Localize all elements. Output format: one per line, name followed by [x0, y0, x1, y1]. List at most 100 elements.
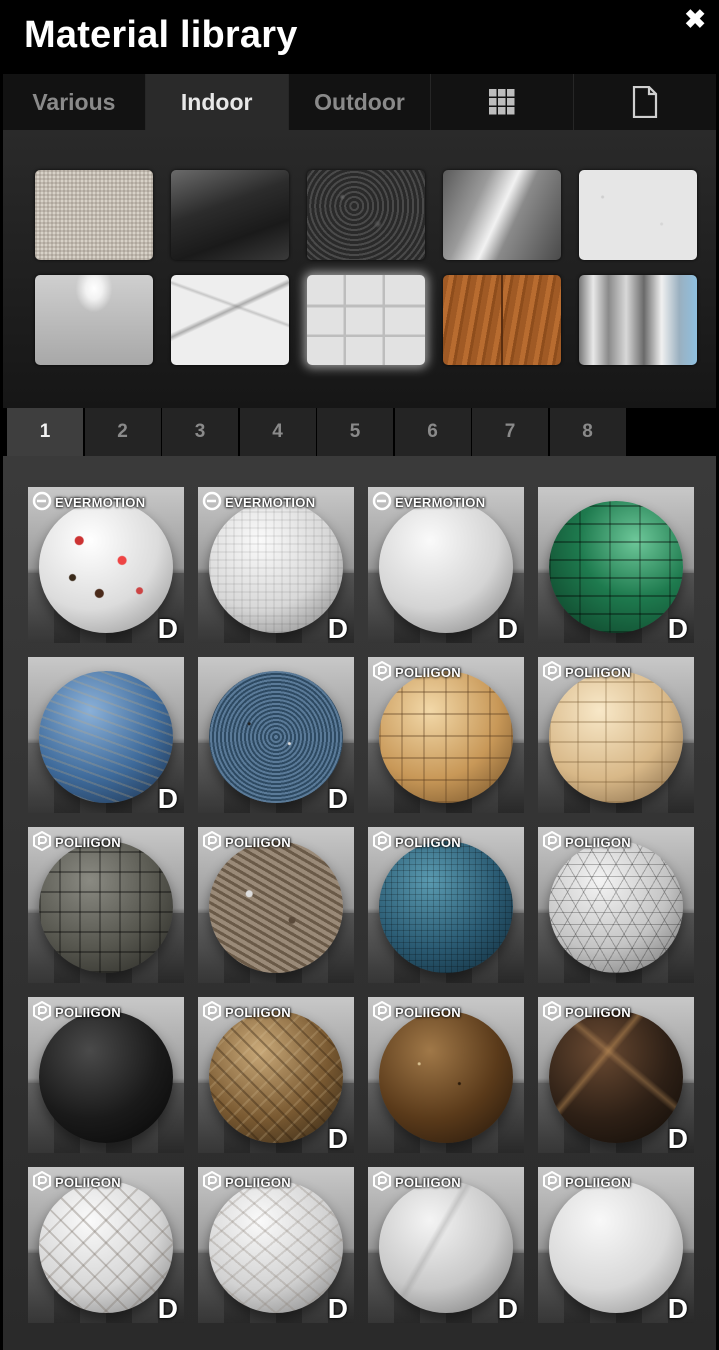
brand-label: POLIIGON: [565, 834, 631, 850]
swatch-leather[interactable]: [307, 170, 425, 260]
material-preview-sphere: [549, 1011, 683, 1143]
poliigon-badge: POLIIGON: [32, 1170, 121, 1194]
material-card-terrazzo[interactable]: EVERMOTION D: [28, 487, 184, 643]
close-icon[interactable]: ✖: [684, 6, 706, 32]
poliigon-badge: POLIIGON: [372, 660, 461, 684]
poliigon-badge: POLIIGON: [542, 1000, 631, 1024]
poliigon-badge: POLIIGON: [202, 1000, 291, 1024]
page-tab-3[interactable]: 3: [162, 408, 238, 456]
tab-outdoor[interactable]: Outdoor: [288, 74, 432, 130]
page-tab-6[interactable]: 6: [394, 408, 471, 456]
material-card-teal-mosaic[interactable]: POLIIGON: [368, 827, 524, 983]
material-preview-sphere: [379, 501, 513, 633]
download-badge: D: [157, 783, 178, 813]
brand-label: POLIIGON: [55, 1004, 121, 1020]
evermotion-logo-icon: [32, 491, 52, 514]
poliigon-logo-icon: [372, 830, 392, 854]
material-card-white-mosaic[interactable]: EVERMOTION D: [198, 487, 354, 643]
grid-icon: [488, 88, 516, 116]
tab-grid[interactable]: [431, 74, 575, 130]
swatch-plaster[interactable]: [579, 170, 697, 260]
material-card-dark-marble[interactable]: POLIIGON D: [538, 997, 694, 1153]
material-card-blue-granite[interactable]: D: [28, 657, 184, 813]
swatch-marble[interactable]: [171, 275, 289, 365]
poliigon-logo-icon: [32, 1170, 52, 1194]
material-card-grey-marble[interactable]: POLIIGON D: [368, 1167, 524, 1323]
download-badge: D: [667, 1123, 688, 1153]
material-card-brown-granite[interactable]: POLIIGON: [368, 997, 524, 1153]
poliigon-logo-icon: [32, 830, 52, 854]
material-card-white-triangles[interactable]: POLIIGON: [538, 827, 694, 983]
material-card-beige-tiles[interactable]: POLIIGON: [368, 657, 524, 813]
poliigon-badge: POLIIGON: [542, 660, 631, 684]
material-card-black-rubber[interactable]: POLIIGON: [28, 997, 184, 1153]
material-card-white-stone[interactable]: POLIIGON D: [538, 1167, 694, 1323]
brand-label: POLIIGON: [55, 1174, 121, 1190]
material-preview-sphere: [39, 501, 173, 633]
swatch-fabric[interactable]: [35, 170, 153, 260]
download-badge: D: [497, 613, 518, 643]
swatch-wood-parquet[interactable]: [443, 275, 561, 365]
tab-document[interactable]: [574, 74, 716, 130]
material-preview-sphere: [209, 1011, 343, 1143]
poliigon-logo-icon: [542, 660, 562, 684]
swatch-glossy-white[interactable]: [35, 275, 153, 365]
tab-various[interactable]: Various: [3, 74, 146, 130]
material-card-white-chevron[interactable]: POLIIGON D: [28, 1167, 184, 1323]
swatch-chrome[interactable]: [579, 275, 697, 365]
material-grid: EVERMOTION D EVERMOTION D EVERMOTION D D D D POLI…: [3, 456, 716, 1350]
download-badge: D: [667, 613, 688, 643]
swatch-brushed-metal[interactable]: [443, 170, 561, 260]
title-bar: Material library ✖: [0, 0, 719, 74]
material-card-stone-pebbles[interactable]: POLIIGON: [198, 827, 354, 983]
brand-label: POLIIGON: [565, 664, 631, 680]
poliigon-logo-icon: [372, 1000, 392, 1024]
material-presets: [3, 130, 716, 410]
material-card-grey-tiles[interactable]: POLIIGON: [28, 827, 184, 983]
poliigon-badge: POLIIGON: [372, 1000, 461, 1024]
material-preview-sphere: [39, 671, 173, 803]
poliigon-logo-icon: [542, 830, 562, 854]
brand-label: POLIIGON: [395, 834, 461, 850]
poliigon-logo-icon: [542, 1170, 562, 1194]
brand-label: POLIIGON: [225, 1174, 291, 1190]
material-preview-sphere: [549, 841, 683, 973]
swatch-tiles[interactable]: [307, 275, 425, 365]
material-card-brown-herringbone[interactable]: POLIIGON D: [198, 997, 354, 1153]
tab-indoor[interactable]: Indoor: [145, 74, 289, 130]
material-card-green-tiles[interactable]: D: [538, 487, 694, 643]
material-preview-sphere: [39, 1011, 173, 1143]
brand-label: POLIIGON: [395, 664, 461, 680]
download-badge: D: [157, 613, 178, 643]
material-preview-sphere: [379, 671, 513, 803]
material-preview-sphere: [209, 841, 343, 973]
page-tab-4[interactable]: 4: [239, 408, 316, 456]
poliigon-logo-icon: [202, 1170, 222, 1194]
page-tab-8[interactable]: 8: [549, 408, 626, 456]
material-card-white-herringbone[interactable]: POLIIGON D: [198, 1167, 354, 1323]
download-badge: D: [327, 783, 348, 813]
category-tabs: Various Indoor Outdoor: [3, 74, 716, 130]
material-card-blue-speckled[interactable]: D: [198, 657, 354, 813]
swatch-dark-glass[interactable]: [171, 170, 289, 260]
material-card-cream-tiles[interactable]: POLIIGON: [538, 657, 694, 813]
brand-label: POLIIGON: [55, 834, 121, 850]
material-card-white-marble[interactable]: EVERMOTION D: [368, 487, 524, 643]
material-preview-sphere: [209, 501, 343, 633]
download-badge: D: [157, 1293, 178, 1323]
page-tabs: 12345678: [3, 408, 716, 456]
evermotion-badge: EVERMOTION: [32, 490, 145, 514]
evermotion-badge: EVERMOTION: [372, 490, 485, 514]
page-tab-2[interactable]: 2: [84, 408, 161, 456]
material-preview-sphere: [549, 501, 683, 633]
brand-label: EVERMOTION: [395, 494, 486, 510]
page-tab-5[interactable]: 5: [317, 408, 393, 456]
brand-label: POLIIGON: [225, 1004, 291, 1020]
page-tab-7[interactable]: 7: [472, 408, 548, 456]
page-tab-1[interactable]: 1: [7, 408, 83, 456]
brand-label: EVERMOTION: [225, 494, 316, 510]
poliigon-badge: POLIIGON: [542, 1170, 631, 1194]
poliigon-badge: POLIIGON: [32, 830, 121, 854]
brand-label: POLIIGON: [565, 1174, 631, 1190]
brand-label: POLIIGON: [395, 1004, 461, 1020]
